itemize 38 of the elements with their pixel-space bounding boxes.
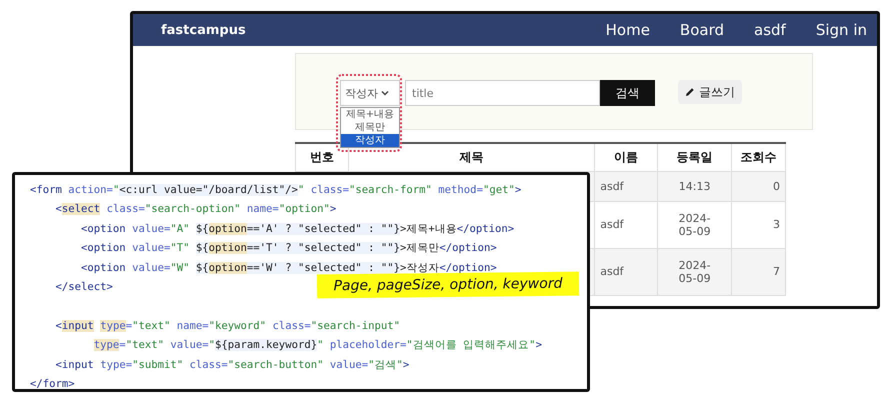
dropdown-option[interactable]: 제목만 (341, 121, 399, 134)
code-line: <form action="<c:url value="/board/list"/>" class="search-form" method="get"> (30, 183, 522, 198)
code-line: </form> (30, 376, 75, 392)
code-line: <select class="search-option" name="option"> (54, 202, 336, 218)
code-line: </select> (54, 280, 113, 295)
option-select[interactable]: 작성자 (340, 80, 400, 106)
column-header: 번호 (296, 143, 348, 171)
column-header: 조회수 (732, 143, 786, 171)
nav-link[interactable]: Home (606, 21, 650, 39)
table-cell: 3 (732, 201, 786, 248)
column-header: 이름 (594, 143, 658, 171)
chevron-icon (381, 89, 389, 97)
nav-link[interactable]: asdf (754, 21, 786, 39)
brand-logo[interactable]: fastcampus (161, 22, 246, 38)
dropdown-option[interactable]: 제목+내용 (341, 108, 399, 121)
table-cell: asdf (594, 171, 658, 201)
dropdown-option[interactable]: 작성자 (341, 134, 399, 147)
table-cell: 2024-05-09 (658, 248, 732, 295)
table-cell: 0 (732, 171, 786, 201)
code-line: <option value="A" ${option=='A' ? "selected" : ""}>제목+내용</option> (80, 222, 514, 237)
code-line: type="text" value="${param.keyword}" placeholder="검색어를 입력해주세요"> (92, 338, 542, 354)
column-header: 등록일 (658, 143, 732, 171)
table-cell: asdf (594, 248, 658, 295)
write-button[interactable]: 글쓰기 (678, 80, 742, 104)
column-header: 제목 (348, 143, 595, 171)
table-cell: 7 (732, 248, 786, 295)
table-cell: 14:13 (658, 171, 732, 201)
search-field[interactable]: title (405, 80, 600, 106)
table-cell: 2024-05-09 (658, 201, 732, 248)
code-line: <input type="submit" class="search-button" value="검색"> (54, 358, 410, 373)
code-line: <input type="text" name="keyword" class="search-input" (54, 318, 400, 334)
nav-link[interactable]: Board (680, 21, 724, 39)
pencil-icon (685, 87, 695, 97)
handwritten-note: Page, pageSize, option, keyword (316, 272, 580, 298)
nav-link[interactable]: Sign in (816, 21, 867, 39)
search-button[interactable]: 검색 (600, 80, 655, 106)
table-cell: asdf (594, 201, 658, 248)
code-line: <option value="T" ${option=='T' ? "selected" : ""}>제목만</option> (80, 241, 497, 256)
